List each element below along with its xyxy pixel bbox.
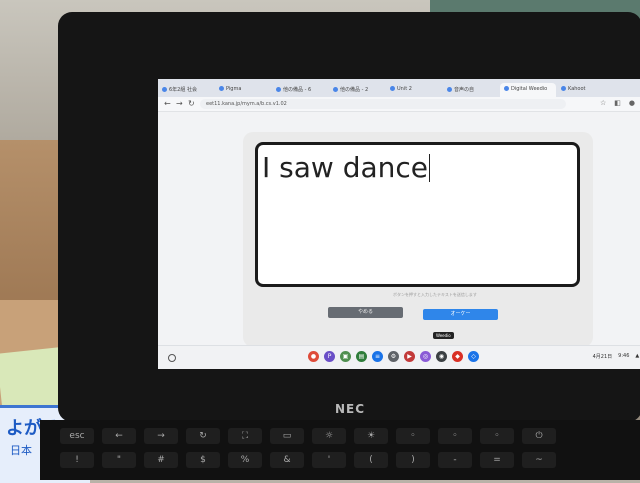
launcher-icon[interactable] (168, 354, 176, 362)
tab-icon (333, 87, 338, 92)
key[interactable]: = (480, 452, 514, 468)
key[interactable]: " (102, 452, 136, 468)
key[interactable]: # (144, 452, 178, 468)
app-circle-icon[interactable]: ◎ (420, 351, 431, 362)
tab[interactable]: 他の備品 - 6 (272, 83, 328, 97)
key[interactable]: ⛶ (228, 428, 262, 444)
key[interactable]: ⏻ (522, 428, 556, 444)
key[interactable]: ) (396, 452, 430, 468)
app-icon[interactable]: ▣ (340, 351, 351, 362)
status-date: 4月21日 (592, 354, 613, 360)
key[interactable]: ◦ (438, 428, 472, 444)
extensions-icon[interactable]: ◧ (614, 99, 621, 107)
back-icon[interactable]: ← (164, 99, 171, 108)
dialog-hint: ボタンを押すと入力したテキストを送信します (393, 292, 477, 297)
tab-active[interactable]: Digital Weedio (500, 83, 556, 97)
tab-icon (390, 86, 395, 91)
laptop: 6年2組 社会 Pigma 他の備品 - 6 他の備品 - 2 Unit 2 音… (58, 12, 640, 431)
tab[interactable]: 他の備品 - 2 (329, 83, 385, 97)
star-icon[interactable]: ☆ (600, 99, 606, 107)
key[interactable]: ( (354, 452, 388, 468)
key[interactable]: ◦ (396, 428, 430, 444)
keyboard: esc ← → ↻ ⛶ ▭ ☼ ☀ ◦ ◦ ◦ ⏻ ! " # $ % & ' … (40, 420, 640, 480)
brand-logo: NEC (335, 402, 366, 416)
text-input-area[interactable]: I saw dance (255, 142, 580, 287)
tab[interactable]: Pigma (215, 83, 271, 97)
wifi-icon: ▲ (635, 353, 640, 359)
app-p-icon[interactable]: P (324, 351, 335, 362)
ok-button[interactable]: オーケー (423, 309, 498, 320)
key[interactable]: - (438, 452, 472, 468)
key[interactable]: ' (312, 452, 346, 468)
youtube-icon[interactable]: ▶ (404, 351, 415, 362)
tab[interactable]: 6年2組 社会 (158, 83, 214, 97)
profile-icon[interactable]: ● (629, 99, 635, 107)
forward-icon[interactable]: → (176, 99, 183, 108)
text-caret (429, 154, 431, 182)
shelf-apps: ● P ▣ ▤ ≡ ⚙ ▶ ◎ ◉ ◆ ◇ (308, 351, 479, 362)
classroom-icon[interactable]: ▤ (356, 351, 367, 362)
key-row: ! " # $ % & ' ( ) - = ~ (60, 452, 556, 468)
cancel-button[interactable]: やめる (328, 307, 403, 318)
status-area[interactable]: 4月21日 9:46 ▲ ▮ (593, 353, 640, 360)
key-row: esc ← → ↻ ⛶ ▭ ☼ ☀ ◦ ◦ ◦ ⏻ (60, 428, 556, 444)
chromeos-shelf: ● P ▣ ▤ ≡ ⚙ ▶ ◎ ◉ ◆ ◇ 4月21日 9:46 ▲ ▮ (158, 345, 640, 369)
key[interactable]: → (144, 428, 178, 444)
screen: 6年2組 社会 Pigma 他の備品 - 6 他の備品 - 2 Unit 2 音… (158, 79, 640, 369)
key[interactable]: ☀ (354, 428, 388, 444)
typed-text: I saw dance (262, 151, 429, 184)
status-time: 9:46 (618, 353, 630, 359)
app-blue-icon[interactable]: ◇ (468, 351, 479, 362)
tab[interactable]: 音声の自 (443, 83, 499, 97)
tab[interactable]: Unit 2 (386, 83, 442, 97)
chrome-icon[interactable]: ● (308, 351, 319, 362)
typed-text-wrapper: I saw dance (262, 151, 431, 184)
tab[interactable]: Kahoot (557, 83, 613, 97)
key[interactable]: & (270, 452, 304, 468)
camera-icon[interactable]: ◉ (436, 351, 447, 362)
tab-icon (447, 87, 452, 92)
browser-toolbar: ← → ↻ eet11.kana.jp/mym.a/b.cs.v1.02 ☆ ◧… (158, 97, 640, 112)
key[interactable]: ~ (522, 452, 556, 468)
tab-icon (162, 87, 167, 92)
key[interactable]: ← (102, 428, 136, 444)
shelf-tooltip: Weedio (433, 332, 454, 339)
key[interactable]: ◦ (480, 428, 514, 444)
key[interactable]: $ (186, 452, 220, 468)
text-input-dialog: I saw dance ボタンを押すと入力したテキストを送信します やめる オー… (243, 132, 593, 347)
page-content: I saw dance ボタンを押すと入力したテキストを送信します やめる オー… (158, 112, 640, 347)
key[interactable]: ▭ (270, 428, 304, 444)
address-bar[interactable]: eet11.kana.jp/mym.a/b.cs.v1.02 (200, 99, 566, 109)
docs-icon[interactable]: ≡ (372, 351, 383, 362)
key[interactable]: ☼ (312, 428, 346, 444)
tab-icon (219, 86, 224, 91)
tab-strip: 6年2組 社会 Pigma 他の備品 - 6 他の備品 - 2 Unit 2 音… (158, 79, 640, 97)
key[interactable]: ! (60, 452, 94, 468)
gear-icon[interactable]: ⚙ (388, 351, 399, 362)
app-red-icon[interactable]: ◆ (452, 351, 463, 362)
reload-icon[interactable]: ↻ (188, 99, 195, 108)
tab-icon (561, 86, 566, 91)
poster-subtext: 日本 (10, 444, 32, 457)
key[interactable]: ↻ (186, 428, 220, 444)
key[interactable]: esc (60, 428, 94, 444)
tab-icon (504, 86, 509, 91)
tab-icon (276, 87, 281, 92)
key[interactable]: % (228, 452, 262, 468)
toolbar-actions: ☆ ◧ ● ⋮ (600, 99, 640, 107)
